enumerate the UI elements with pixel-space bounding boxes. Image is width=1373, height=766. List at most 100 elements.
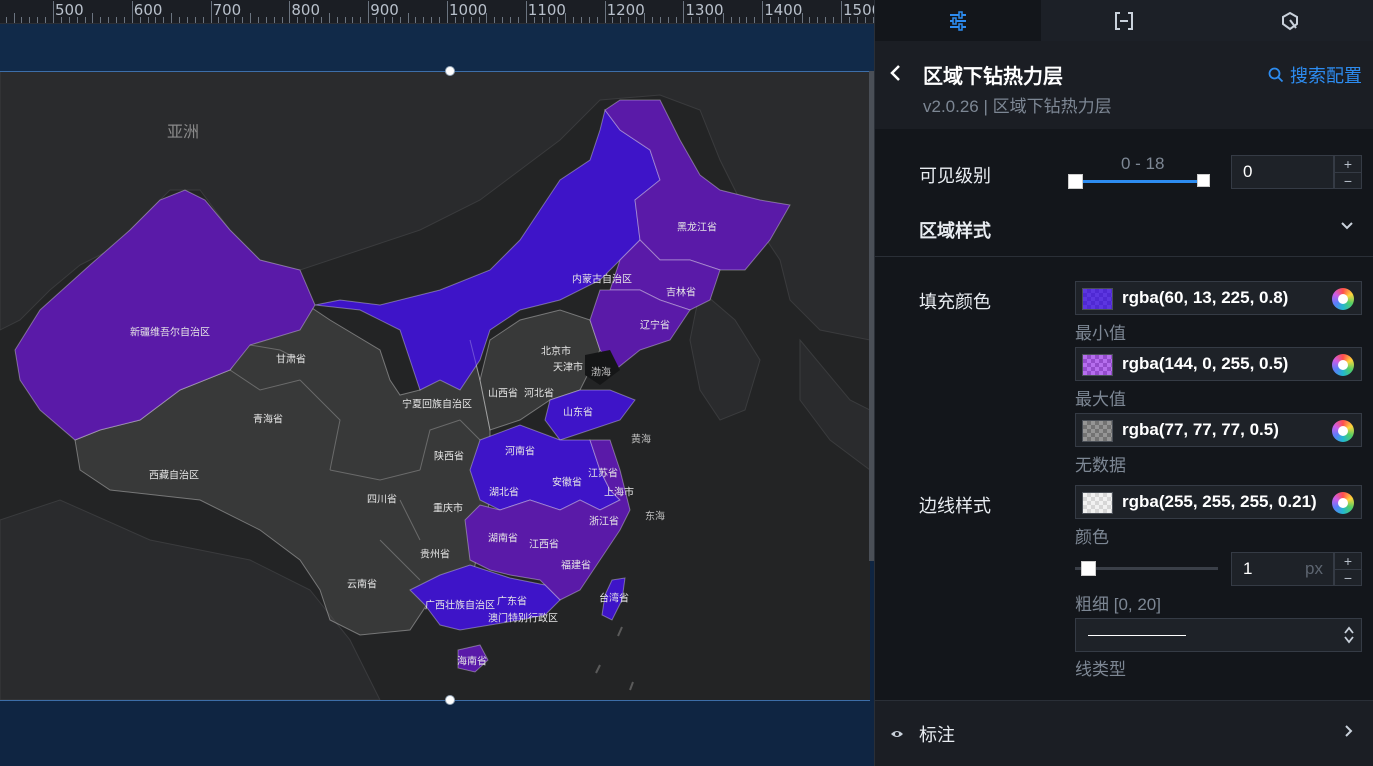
province-label[interactable]: 湖北省: [489, 484, 519, 499]
palette-icon[interactable]: [1332, 288, 1354, 310]
ruler-tick: [250, 13, 251, 23]
province-label[interactable]: 福建省: [561, 557, 591, 572]
province-label[interactable]: 广西壮族自治区: [425, 597, 495, 612]
province-label[interactable]: 海南省: [457, 653, 487, 668]
province-label[interactable]: 新疆维吾尔自治区: [130, 324, 210, 339]
ruler-tick: [478, 17, 480, 23]
stepper-minus[interactable]: −: [1335, 569, 1361, 586]
south-sea-dashes: [595, 626, 634, 691]
province-label[interactable]: 内蒙古自治区: [572, 271, 632, 286]
border-width-knob[interactable]: [1081, 561, 1097, 576]
province-label[interactable]: 辽宁省: [640, 317, 670, 332]
palette-icon[interactable]: [1332, 420, 1354, 442]
ruler-tick: [218, 17, 220, 23]
palette-icon[interactable]: [1332, 354, 1354, 376]
ruler-tick: [273, 17, 275, 23]
ruler-tick: [738, 17, 740, 23]
border-width-slider[interactable]: [1075, 567, 1218, 570]
province-label[interactable]: 江西省: [529, 536, 559, 551]
color-swatch: [1082, 288, 1113, 310]
ruler-tick: [139, 17, 141, 23]
province-label[interactable]: 上海市: [604, 484, 634, 499]
province-label[interactable]: 贵州省: [420, 546, 450, 561]
ruler-tick: [68, 17, 70, 23]
province-label[interactable]: 山西省: [488, 385, 518, 400]
province-label[interactable]: 台湾省: [599, 590, 629, 605]
visible-level-input[interactable]: 0: [1231, 155, 1334, 189]
border-width-input[interactable]: 1 px: [1231, 552, 1334, 586]
stepper-plus[interactable]: +: [1335, 156, 1361, 172]
stepper-plus[interactable]: +: [1335, 553, 1361, 569]
chevron-right-icon[interactable]: [1345, 725, 1353, 737]
ruler-tick: [265, 17, 267, 23]
province-label[interactable]: 广东省: [497, 593, 527, 608]
province-label[interactable]: 吉林省: [666, 284, 696, 299]
province-label[interactable]: 天津市: [553, 359, 583, 374]
line-type-select[interactable]: [1075, 618, 1362, 652]
province-label[interactable]: 安徽省: [552, 474, 582, 489]
ruler-tick: [439, 17, 441, 23]
fill-min-color-picker[interactable]: rgba(60, 13, 225, 0.8): [1075, 281, 1362, 315]
ruler-tick: [659, 17, 661, 23]
ruler-tick: [746, 17, 748, 23]
ruler-tick: [549, 17, 551, 23]
search-config-label: 搜索配置: [1290, 66, 1362, 86]
province-label[interactable]: 甘肃省: [276, 351, 306, 366]
ruler-tick: [588, 17, 590, 23]
ruler-tick: [116, 17, 118, 23]
eye-icon[interactable]: [890, 729, 904, 739]
border-color-picker[interactable]: rgba(255, 255, 255, 0.21): [1075, 485, 1362, 519]
province-label[interactable]: 河北省: [524, 385, 554, 400]
ruler-tick: [29, 17, 31, 23]
ruler-label: 1500: [843, 1, 874, 19]
province-label[interactable]: 四川省: [367, 491, 397, 506]
palette-icon[interactable]: [1332, 492, 1354, 514]
province-label[interactable]: 北京市: [541, 343, 571, 358]
fill-none-color-picker[interactable]: rgba(77, 77, 77, 0.5): [1075, 413, 1362, 447]
editor-canvas[interactable]: 500600700800900100011001200130014001500: [0, 0, 874, 766]
ruler-tick: [533, 17, 535, 23]
ruler-tick: [313, 17, 315, 23]
tab-data[interactable]: [1041, 0, 1207, 41]
province-label[interactable]: 浙江省: [589, 513, 619, 528]
ruler-tick: [864, 17, 866, 23]
china-heat-map[interactable]: 黑龙江省内蒙古自治区吉林省辽宁省 新疆维吾尔自治区甘肃省 北京市 天津市河北省 山西省宁…: [0, 70, 871, 701]
province-label[interactable]: 陕西省: [434, 448, 464, 463]
province-label[interactable]: 云南省: [347, 576, 377, 591]
resize-handle-bottom[interactable]: [445, 695, 455, 705]
interaction-icon: [1282, 11, 1298, 30]
province-label[interactable]: 澳门特别行政区: [488, 610, 558, 625]
stepper-minus[interactable]: −: [1335, 172, 1361, 189]
tab-interaction[interactable]: [1207, 0, 1373, 41]
visible-level-slider[interactable]: [1075, 180, 1205, 183]
province-label[interactable]: 湖南省: [488, 530, 518, 545]
province-label[interactable]: 西藏自治区: [149, 467, 199, 482]
visible-level-min-knob[interactable]: [1068, 174, 1083, 189]
annotation-section[interactable]: 标注: [875, 700, 1373, 766]
search-icon: [1268, 67, 1284, 83]
province-label[interactable]: 河南省: [505, 443, 535, 458]
ruler-tick: [667, 17, 669, 23]
resize-handle-top[interactable]: [445, 66, 455, 76]
province-label[interactable]: 江苏省: [588, 465, 618, 480]
japan-island: [799, 338, 871, 471]
back-chevron-icon[interactable]: [889, 63, 903, 83]
ruler-tick: [801, 13, 803, 23]
ruler-tick: [242, 17, 244, 23]
fill-max-color-picker[interactable]: rgba(144, 0, 255, 0.5): [1075, 347, 1362, 381]
province-label[interactable]: 青海省: [253, 411, 283, 426]
province-label[interactable]: 宁夏回族自治区: [402, 396, 472, 411]
province-label[interactable]: 山东省: [563, 404, 593, 419]
visible-level-stepper[interactable]: + −: [1334, 155, 1362, 189]
tab-settings[interactable]: [875, 0, 1041, 41]
ruler-tick: [651, 17, 653, 23]
chevron-down-icon[interactable]: [1341, 222, 1353, 230]
search-config-button[interactable]: 搜索配置: [1268, 62, 1362, 88]
border-width-stepper[interactable]: + −: [1334, 552, 1362, 586]
ruler-tick: [423, 17, 425, 23]
province-label[interactable]: 黑龙江省: [677, 219, 717, 234]
ruler-tick: [155, 17, 157, 23]
province-label[interactable]: 重庆市: [433, 500, 463, 515]
visible-level-max-knob[interactable]: [1197, 174, 1210, 187]
ruler-tick: [628, 17, 630, 23]
